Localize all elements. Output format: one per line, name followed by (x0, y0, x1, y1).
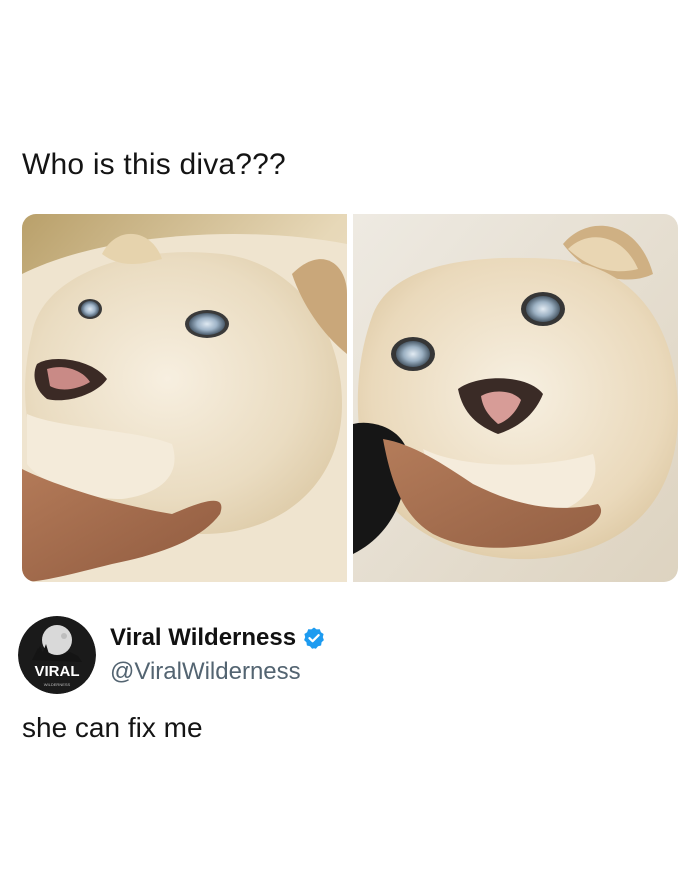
photo-right[interactable] (353, 214, 678, 582)
post-caption: Who is this diva??? (22, 148, 286, 181)
author-names: Viral Wilderness @ViralWilderness (110, 624, 326, 686)
avatar[interactable]: VIRAL WILDERNESS (18, 616, 96, 694)
display-name[interactable]: Viral Wilderness (110, 624, 296, 652)
lioness-photo-left (22, 214, 347, 582)
avatar-subtext: WILDERNESS (44, 682, 71, 687)
photo-grid[interactable] (22, 214, 678, 582)
post-text: she can fix me (22, 712, 203, 743)
photo-left[interactable] (22, 214, 347, 582)
name-row: Viral Wilderness (110, 624, 326, 652)
viral-wilderness-logo: VIRAL WILDERNESS (18, 616, 96, 694)
author-block[interactable]: VIRAL WILDERNESS Viral Wilderness @Viral… (18, 616, 326, 694)
handle[interactable]: @ViralWilderness (110, 658, 326, 686)
verified-badge-icon (302, 626, 326, 650)
avatar-text: VIRAL (35, 663, 80, 680)
lioness-photo-right (353, 214, 678, 582)
